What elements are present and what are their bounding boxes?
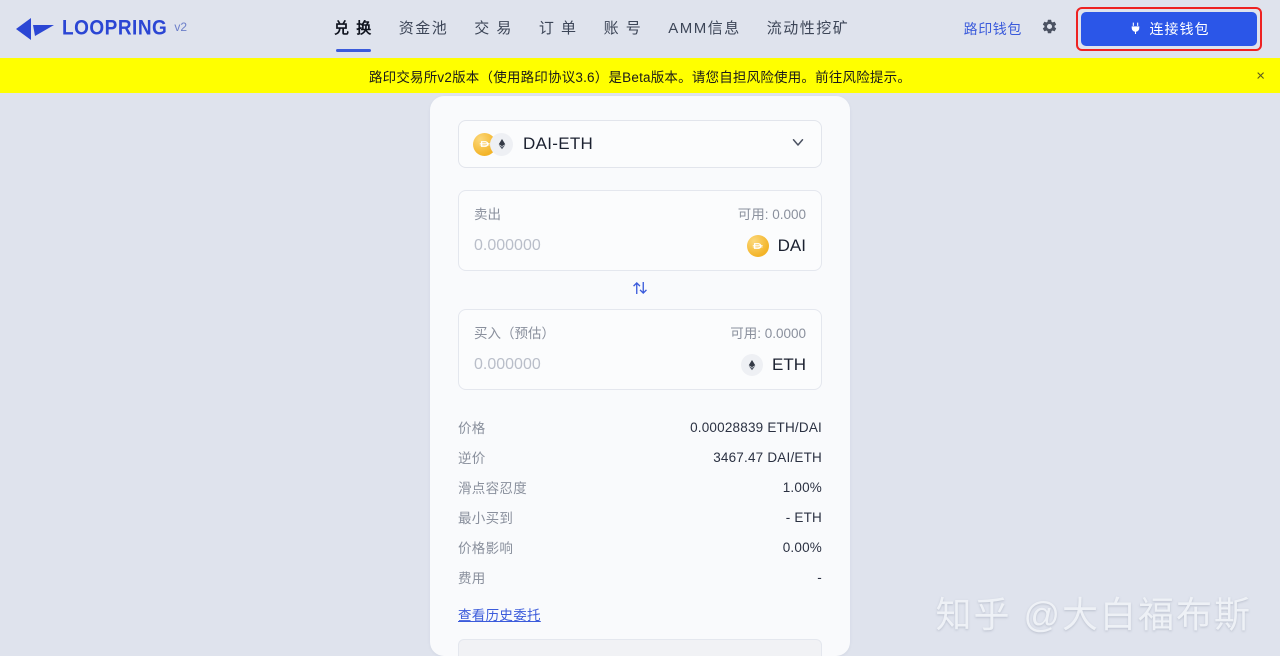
trading-pair-selector[interactable]: DAI-ETH (458, 120, 822, 168)
buy-amount-input[interactable] (474, 356, 654, 374)
detail-value: 0.00% (782, 539, 822, 555)
detail-label: 滑点容忍度 (458, 481, 527, 496)
main-nav: 兑 换 资金池 交 易 订 单 账 号 AMM信息 流动性挖矿 (334, 0, 849, 58)
chevron-down-icon (789, 133, 807, 156)
gear-icon (1041, 18, 1058, 40)
detail-row-price-impact: 价格影响 0.00% (458, 532, 822, 562)
swap-submit-button[interactable] (458, 639, 822, 656)
sell-amount-input[interactable] (474, 237, 654, 255)
loopring-wallet-link[interactable]: 路印钱包 (964, 19, 1022, 39)
connect-wallet-button[interactable]: 连接钱包 (1081, 12, 1257, 46)
detail-label: 价格 (458, 421, 486, 436)
beta-warning-banner: 路印交易所v2版本（使用路印协议3.6）是Beta版本。请您自担风险使用。前往风… (0, 58, 1280, 93)
detail-value: - ETH (785, 509, 822, 525)
nav-item-account[interactable]: 账 号 (604, 0, 643, 58)
connect-wallet-label: 连接钱包 (1149, 21, 1210, 37)
buy-panel: 买入（预估） 可用: 0.0000 ETH (458, 309, 822, 390)
buy-token-selector[interactable]: ETH (741, 354, 806, 376)
buy-panel-header: 买入（预估） 可用: 0.0000 (474, 322, 806, 342)
detail-row-fee: 费用 - (458, 562, 822, 592)
nav-item-pools[interactable]: 资金池 (399, 0, 449, 58)
close-icon[interactable]: × (1256, 68, 1265, 83)
swap-direction-row (458, 271, 822, 309)
detail-row-minimum-received: 最小买到 - ETH (458, 502, 822, 532)
nav-item-amm-info[interactable]: AMM信息 (668, 0, 741, 58)
buy-token-label: ETH (772, 355, 806, 374)
view-order-history-link[interactable]: 查看历史委托 (458, 604, 541, 624)
app-header: LOOPRING v2 兑 换 资金池 交 易 订 单 账 号 AMM信息 流动… (0, 0, 1280, 58)
banner-message: 路印交易所v2版本（使用路印协议3.6）是Beta版本。请您自担风险使用。前往风… (368, 69, 912, 85)
pair-token-icons (473, 132, 513, 156)
loopring-logo-icon (14, 16, 56, 42)
header-actions: 路印钱包 连接钱包 (964, 7, 1266, 51)
nav-item-trade[interactable]: 交 易 (474, 0, 513, 58)
detail-label: 价格影响 (458, 541, 514, 556)
pair-name-label: DAI-ETH (523, 134, 594, 153)
detail-label: 费用 (458, 571, 486, 586)
detail-label: 最小买到 (458, 511, 514, 526)
dai-token-icon (746, 235, 769, 257)
sell-available-label: 可用: 0.000 (737, 207, 806, 222)
sell-panel: 卖出 可用: 0.000 DAI (458, 190, 822, 271)
swap-details: 价格 0.00028839 ETH/DAI 逆价 3467.47 DAI/ETH… (458, 412, 822, 592)
buy-available-label: 可用: 0.0000 (730, 326, 806, 341)
detail-value: 3467.47 DAI/ETH (713, 449, 822, 465)
swap-direction-button[interactable] (625, 276, 655, 304)
nav-item-liquidity-mining[interactable]: 流动性挖矿 (767, 0, 850, 58)
detail-value: - (817, 569, 822, 585)
sell-panel-header: 卖出 可用: 0.000 (474, 203, 806, 223)
swap-vertical-icon (630, 278, 650, 303)
connect-wallet-highlight: 连接钱包 (1076, 7, 1262, 51)
detail-row-slippage: 滑点容忍度 1.00% (458, 472, 822, 502)
sell-panel-body: DAI (474, 235, 806, 257)
eth-token-icon (490, 132, 513, 156)
main-content: DAI-ETH 卖出 可用: 0.000 0.000000 DAI 买入（预估）… (0, 93, 1280, 656)
buy-panel-body: ETH (474, 354, 806, 376)
plug-icon (1129, 21, 1142, 38)
nav-item-orders[interactable]: 订 单 (539, 0, 578, 58)
zhihu-watermark: 知乎 @大白福布斯 (935, 594, 1252, 635)
sell-token-selector[interactable]: DAI (746, 235, 806, 257)
brand-version: v2 (174, 20, 188, 34)
settings-button[interactable] (1036, 16, 1062, 42)
swap-card: DAI-ETH 卖出 可用: 0.000 0.000000 DAI 买入（预估）… (430, 96, 850, 656)
buy-label: 买入（预估） (474, 326, 555, 341)
detail-row-inverse-price: 逆价 3467.47 DAI/ETH (458, 442, 822, 472)
nav-item-swap[interactable]: 兑 换 (334, 0, 373, 58)
detail-label: 逆价 (458, 451, 486, 466)
sell-label: 卖出 (474, 207, 501, 222)
detail-value: 0.00028839 ETH/DAI (690, 419, 822, 435)
brand-name: LOOPRING (62, 16, 168, 41)
brand-logo[interactable]: LOOPRING v2 (14, 16, 187, 42)
detail-row-price: 价格 0.00028839 ETH/DAI (458, 412, 822, 442)
eth-token-icon (741, 354, 763, 376)
detail-value: 1.00% (782, 479, 822, 495)
sell-token-label: DAI (777, 236, 806, 255)
